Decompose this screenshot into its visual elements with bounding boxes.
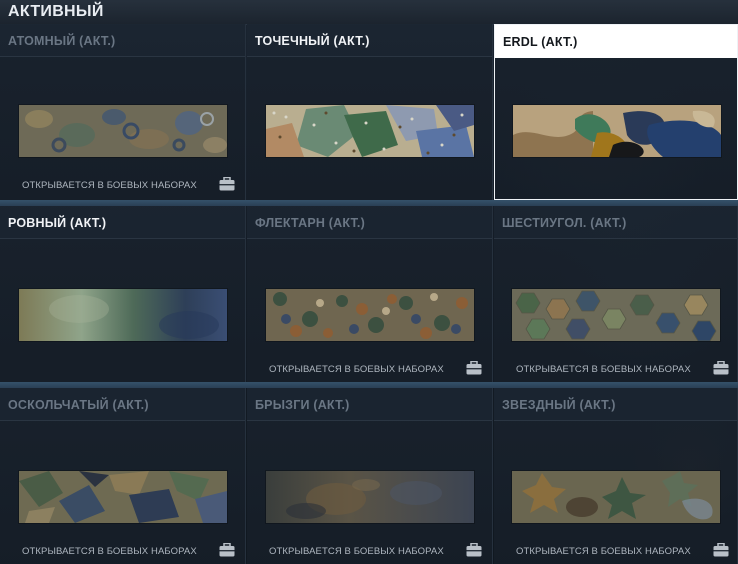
section-title: АКТИВНЫЙ [8,3,104,20]
camo-tile-star[interactable]: ЗВЕЗДНЫЙ (АКТ.) ОТКРЫВАЕТСЯ В БОЕВЫХ НАБ… [494,388,738,564]
camo-swatch [513,105,721,157]
tile-title: БРЫЗГИ (АКТ.) [255,398,350,412]
camo-tile-erdl[interactable]: ERDL (АКТ.) [494,24,738,200]
unlock-text: ОТКРЫВАЕТСЯ В БОЕВЫХ НАБОРАХ [269,364,444,375]
tile-title: ОСКОЛЬЧАТЫЙ (АКТ.) [8,398,149,412]
tile-title: ЗВЕЗДНЫЙ (АКТ.) [502,398,616,412]
camo-swatch [266,289,474,341]
camo-swatch [512,289,720,341]
case-icon [713,543,729,557]
tile-title: ШЕСТИУГОЛ. (АКТ.) [502,216,627,230]
unlock-text: ОТКРЫВАЕТСЯ В БОЕВЫХ НАБОРАХ [22,546,197,557]
tile-header: АТОМНЫЙ (АКТ.) [0,24,245,57]
camo-tile-flecktarn[interactable]: ФЛЕКТАРН (АКТ.) ОТКРЫВАЕТСЯ В БОЕВЫХ НАБ… [247,206,493,382]
tile-header: БРЫЗГИ (АКТ.) [247,388,492,421]
camo-tile-atomic[interactable]: АТОМНЫЙ (АКТ.) ОТКРЫВАЕТСЯ В БОЕВЫХ НАБО… [0,24,246,200]
tile-header: ОСКОЛЬЧАТЫЙ (АКТ.) [0,388,245,421]
tile-title: ТОЧЕЧНЫЙ (АКТ.) [255,34,370,48]
camo-swatch [19,471,227,523]
camo-tile-shards[interactable]: ОСКОЛЬЧАТЫЙ (АКТ.) ОТКРЫВАЕТСЯ В БОЕВЫХ … [0,388,246,564]
camo-tile-dotted[interactable]: ТОЧЕЧНЫЙ (АКТ.) [247,24,493,200]
tile-title: РОВНЫЙ (АКТ.) [8,216,107,230]
case-icon [466,543,482,557]
camo-grid: АТОМНЫЙ (АКТ.) ОТКРЫВАЕТСЯ В БОЕВЫХ НАБО… [0,24,738,564]
unlock-text: ОТКРЫВАЕТСЯ В БОЕВЫХ НАБОРАХ [516,364,691,375]
camo-tile-splash[interactable]: БРЫЗГИ (АКТ.) ОТКРЫВАЕТСЯ В БОЕВЫХ НАБОР… [247,388,493,564]
camo-tile-plain[interactable]: РОВНЫЙ (АКТ.) [0,206,246,382]
tile-title: ФЛЕКТАРН (АКТ.) [255,216,365,230]
case-icon [713,361,729,375]
case-icon [466,361,482,375]
unlock-text: ОТКРЫВАЕТСЯ В БОЕВЫХ НАБОРАХ [516,546,691,557]
tile-header: РОВНЫЙ (АКТ.) [0,206,245,239]
case-icon [219,543,235,557]
tile-header: ТОЧЕЧНЫЙ (АКТ.) [247,24,492,57]
tile-title: АТОМНЫЙ (АКТ.) [8,34,116,48]
camo-swatch [512,471,720,523]
camo-tile-hexagon[interactable]: ШЕСТИУГОЛ. (АКТ.) ОТКРЫВАЕТСЯ В БОЕВЫХ Н… [494,206,738,382]
camo-swatch [266,105,474,157]
tile-header: ШЕСТИУГОЛ. (АКТ.) [494,206,737,239]
section-header: АКТИВНЫЙ [0,0,738,25]
tile-title: ERDL (АКТ.) [503,35,578,49]
unlock-text: ОТКРЫВАЕТСЯ В БОЕВЫХ НАБОРАХ [269,546,444,557]
camo-swatch [266,471,474,523]
tile-header: ERDL (АКТ.) [495,25,737,58]
camo-swatch [19,289,227,341]
camo-swatch [19,105,227,157]
tile-header: ФЛЕКТАРН (АКТ.) [247,206,492,239]
unlock-text: ОТКРЫВАЕТСЯ В БОЕВЫХ НАБОРАХ [22,180,197,191]
case-icon [219,177,235,191]
tile-header: ЗВЕЗДНЫЙ (АКТ.) [494,388,737,421]
